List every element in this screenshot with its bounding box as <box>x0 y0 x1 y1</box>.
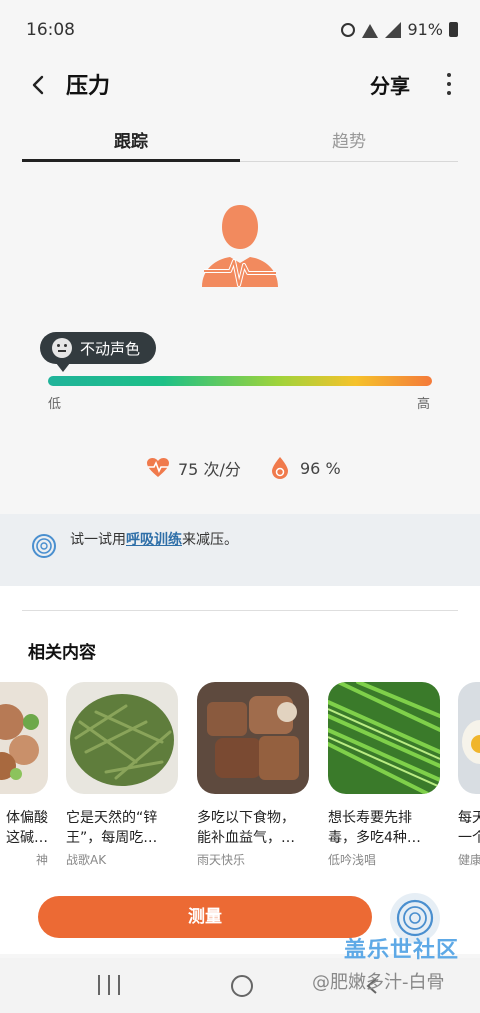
more-dot-icon <box>447 82 451 86</box>
divider <box>22 610 458 611</box>
scale-low-label: 低 <box>48 397 62 412</box>
related-author: 雨天快乐 <box>197 853 246 867</box>
recent-apps-icon <box>98 975 100 995</box>
related-caption: 多吃以下食物， 能补血益气，… <box>197 810 295 846</box>
breathing-tip-banner: 试一试用呼吸训练来减压。 <box>0 514 480 586</box>
related-author: 健康 <box>458 853 480 867</box>
watermark-user: @肥嫩多汁-白骨 <box>312 972 445 993</box>
related-caption: 想长寿要先排 毒，多吃4种… <box>328 810 421 846</box>
signal-icon <box>385 21 402 38</box>
page-title: 压力 <box>66 74 111 99</box>
related-caption: 它是天然的“锌 王”，每周吃… <box>66 810 158 846</box>
recent-apps-icon <box>108 975 110 995</box>
back-button[interactable] <box>22 68 56 102</box>
tip-text: 试一试用呼吸训练来减压。 <box>70 529 238 549</box>
recent-apps-button[interactable] <box>98 975 120 995</box>
tab-trends[interactable]: 趋势 <box>240 118 458 161</box>
heart-rate-icon <box>147 458 169 477</box>
braised-meat-image <box>197 682 309 794</box>
related-thumb <box>0 682 48 794</box>
food-image <box>0 682 48 794</box>
app-header: 压力 分享 <box>0 58 480 110</box>
related-author: 低吟浅唱 <box>328 853 377 867</box>
heart-rate-value: 75 次/分 <box>178 460 241 479</box>
breathing-icon <box>32 534 56 558</box>
stress-status-bubble: 不动声色 <box>40 332 157 372</box>
related-thumb <box>66 682 178 794</box>
tip-prefix: 试一试用 <box>70 532 126 548</box>
battery-icon <box>449 22 458 37</box>
battery-percent: 91% <box>407 20 443 39</box>
measure-button[interactable]: 测量 <box>38 896 372 938</box>
egg-image <box>458 682 480 794</box>
related-thumb <box>328 682 440 794</box>
green-beans-image <box>66 682 178 794</box>
breathing-training-link[interactable]: 呼吸训练 <box>126 532 182 548</box>
more-options-button[interactable] <box>444 70 454 98</box>
related-item[interactable]: 多吃以下食物， 能补血益气，… 雨天快乐 <box>197 682 309 868</box>
watermark-logo: 盖乐世社区 <box>344 938 460 963</box>
oxygen-stat: 96 % <box>268 456 341 480</box>
related-title: 相关内容 <box>28 643 96 663</box>
chevron-left-icon <box>32 75 44 95</box>
status-icons: 91% <box>341 20 458 39</box>
status-time: 16:08 <box>26 20 75 40</box>
related-item[interactable]: 想长寿要先排 毒，多吃4种… 低吟浅唱 <box>328 682 440 868</box>
stress-status-label: 不动声色 <box>80 339 141 358</box>
share-button[interactable]: 分享 <box>370 70 410 99</box>
vitals-row: 75 次/分 96 % <box>0 456 480 486</box>
related-author: 战歌AK <box>66 853 107 867</box>
recent-apps-icon <box>118 975 120 995</box>
neutral-face-icon <box>52 338 72 358</box>
tab-tracking[interactable]: 跟踪 <box>22 118 240 162</box>
oxygen-value: 96 % <box>300 458 341 478</box>
related-item[interactable]: 每天 一个 健康 <box>458 682 480 868</box>
chives-image <box>328 682 440 794</box>
more-dot-icon <box>447 91 451 95</box>
wifi-icon <box>361 22 379 38</box>
related-thumb <box>197 682 309 794</box>
status-bar: 16:08 91% <box>0 0 480 58</box>
tip-suffix: 来减压。 <box>182 532 238 548</box>
alarm-icon <box>341 22 356 37</box>
stress-level-bar <box>48 376 432 386</box>
related-caption: 体偏酸 这碱… <box>6 810 48 846</box>
related-author: 神 <box>35 853 48 867</box>
stress-person-icon <box>200 203 280 291</box>
tab-bar: 跟踪 趋势 <box>22 118 458 162</box>
related-thumb <box>458 682 480 794</box>
oxygen-drop-icon <box>272 457 288 479</box>
home-button[interactable] <box>231 975 253 997</box>
related-item[interactable]: 它是天然的“锌 王”，每周吃… 战歌AK <box>66 682 178 868</box>
related-carousel[interactable]: 体偏酸 这碱… 神 它是天然的“锌 王”，每周吃… 战歌AK 多吃以下食物， 能… <box>0 682 480 872</box>
heart-rate-stat: 75 次/分 <box>146 456 241 480</box>
related-item[interactable]: 体偏酸 这碱… 神 <box>0 682 48 868</box>
related-caption: 每天 一个 <box>458 810 480 846</box>
scale-high-label: 高 <box>417 397 431 412</box>
more-dot-icon <box>447 73 451 77</box>
